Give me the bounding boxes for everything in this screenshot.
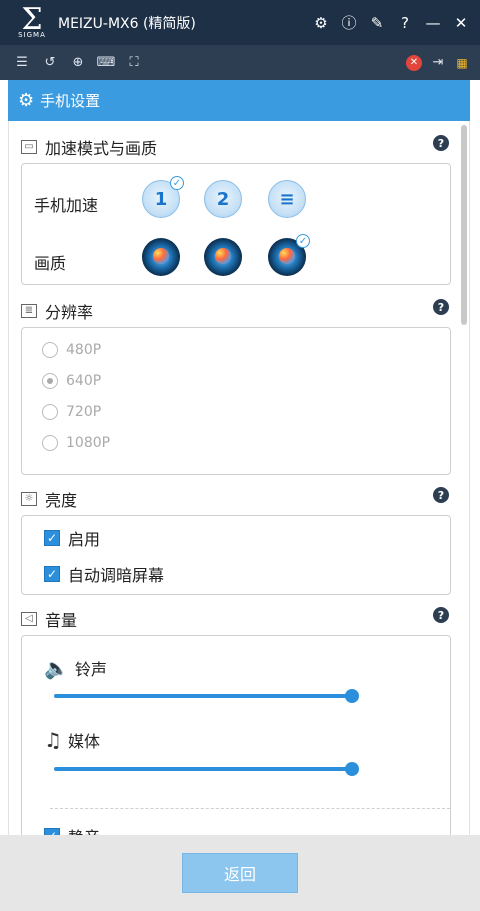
selected-check-icon: ✓: [170, 176, 184, 190]
window-title: MEIZU-MX6 (精简版): [58, 15, 196, 32]
speaker-icon: 🔈: [44, 656, 69, 680]
media-row: ♫ 媒体: [44, 728, 100, 752]
mute-checkbox[interactable]: ✓ 静音: [44, 824, 100, 835]
selected-check-icon: ✓: [296, 234, 310, 248]
resolution-option[interactable]: 1080P: [42, 435, 110, 451]
media-slider[interactable]: [54, 762, 359, 776]
checkbox-checked-icon: ✓: [44, 566, 60, 582]
phone-accel-label: 手机加速: [34, 196, 99, 215]
resolution-option[interactable]: 640P: [42, 373, 101, 389]
resolution-group-title: ≣ 分辨率: [21, 299, 93, 323]
footer: 返回: [0, 835, 480, 911]
app-logo: Σ SIGMA: [8, 0, 56, 45]
volume-help-icon[interactable]: ?: [433, 607, 449, 623]
section-header: ⚙ 手机设置: [8, 80, 470, 121]
auto-dim-checkbox[interactable]: ✓ 自动调暗屏幕: [44, 562, 164, 586]
quality-medium-icon[interactable]: [204, 238, 242, 276]
radio-icon: [42, 435, 58, 451]
brightness-box: ✓ 启用 ✓ 自动调暗屏幕: [21, 515, 451, 595]
fullscreen-icon[interactable]: ⛶: [126, 55, 142, 71]
help-icon[interactable]: ?: [396, 14, 414, 32]
keyboard-icon[interactable]: ⌨: [97, 55, 116, 71]
resolution-help-icon[interactable]: ?: [433, 299, 449, 315]
settings-icon[interactable]: ⚙: [312, 14, 330, 32]
accel-title: 加速模式与画质: [45, 139, 158, 158]
list-icon[interactable]: ☰: [14, 55, 30, 71]
speed-mode-3-icon[interactable]: ≡: [268, 180, 306, 218]
scrollbar[interactable]: [461, 125, 467, 325]
rotate-icon[interactable]: ↺: [42, 55, 58, 71]
tool-bar: ☰ ↺ ⊕ ⌨ ⛶ ✕ ⇥ ▦: [0, 45, 480, 80]
checkbox-checked-icon: ✓: [44, 530, 60, 546]
brightness-group-title: ☼ 亮度: [21, 487, 77, 511]
speaker-small-icon: ◁: [21, 612, 37, 626]
resolution-title: 分辨率: [45, 303, 94, 322]
volume-title: 音量: [45, 611, 78, 630]
settings-panel: ▭ 加速模式与画质 ? 手机加速 1 ✓ 2 ≡ 画质 ✓ ≣ 分辨率 ? 48…: [8, 121, 470, 835]
brightness-help-icon[interactable]: ?: [433, 487, 449, 503]
back-button[interactable]: 返回: [182, 853, 298, 893]
checkbox-checked-icon: ✓: [44, 828, 60, 835]
accel-group-title: ▭ 加速模式与画质: [21, 135, 157, 159]
speed-mode-2-icon[interactable]: 2: [204, 180, 242, 218]
music-note-icon: ♫: [44, 728, 62, 752]
resolution-icon: ≣: [21, 304, 37, 318]
accel-help-icon[interactable]: ?: [433, 135, 449, 151]
pin-icon[interactable]: ✎: [368, 14, 386, 32]
slider-thumb[interactable]: [345, 689, 359, 703]
sigma-icon: Σ: [21, 1, 43, 37]
radio-icon: [42, 404, 58, 420]
radio-selected-icon: [42, 373, 58, 389]
section-title: 手机设置: [40, 92, 101, 110]
gear-icon: ⚙: [18, 90, 35, 111]
divider: [50, 808, 450, 809]
minimize-icon[interactable]: —: [424, 14, 442, 32]
zoom-icon[interactable]: ⊕: [70, 55, 86, 71]
image-icon: ▭: [21, 140, 37, 154]
quality-label: 画质: [34, 254, 67, 273]
ringtone-slider[interactable]: [54, 689, 359, 703]
slider-thumb[interactable]: [345, 762, 359, 776]
volume-group-title: ◁ 音量: [21, 607, 77, 631]
info-icon[interactable]: ⓘ: [340, 14, 358, 32]
mute-sound-icon[interactable]: ✕: [406, 54, 422, 71]
sun-icon: ☼: [21, 492, 37, 506]
brightness-title: 亮度: [45, 491, 78, 510]
ringtone-row: 🔈 铃声: [44, 656, 107, 680]
grid-color-icon[interactable]: ▦: [454, 55, 470, 71]
resolution-box: 480P 640P 720P 1080P: [21, 327, 451, 475]
resolution-option[interactable]: 720P: [42, 404, 101, 420]
radio-icon: [42, 342, 58, 358]
export-icon[interactable]: ⇥: [430, 55, 446, 71]
quality-low-icon[interactable]: [142, 238, 180, 276]
accel-box: 手机加速 1 ✓ 2 ≡ 画质 ✓: [21, 163, 451, 285]
title-bar: Σ SIGMA MEIZU-MX6 (精简版) ⚙ ⓘ ✎ ? — ✕: [0, 0, 480, 45]
logo-text: SIGMA: [18, 30, 46, 39]
resolution-option[interactable]: 480P: [42, 342, 101, 358]
enable-checkbox[interactable]: ✓ 启用: [44, 526, 100, 550]
volume-box: 🔈 铃声 ♫ 媒体 ✓ 静音: [21, 635, 451, 835]
close-icon[interactable]: ✕: [452, 14, 470, 32]
